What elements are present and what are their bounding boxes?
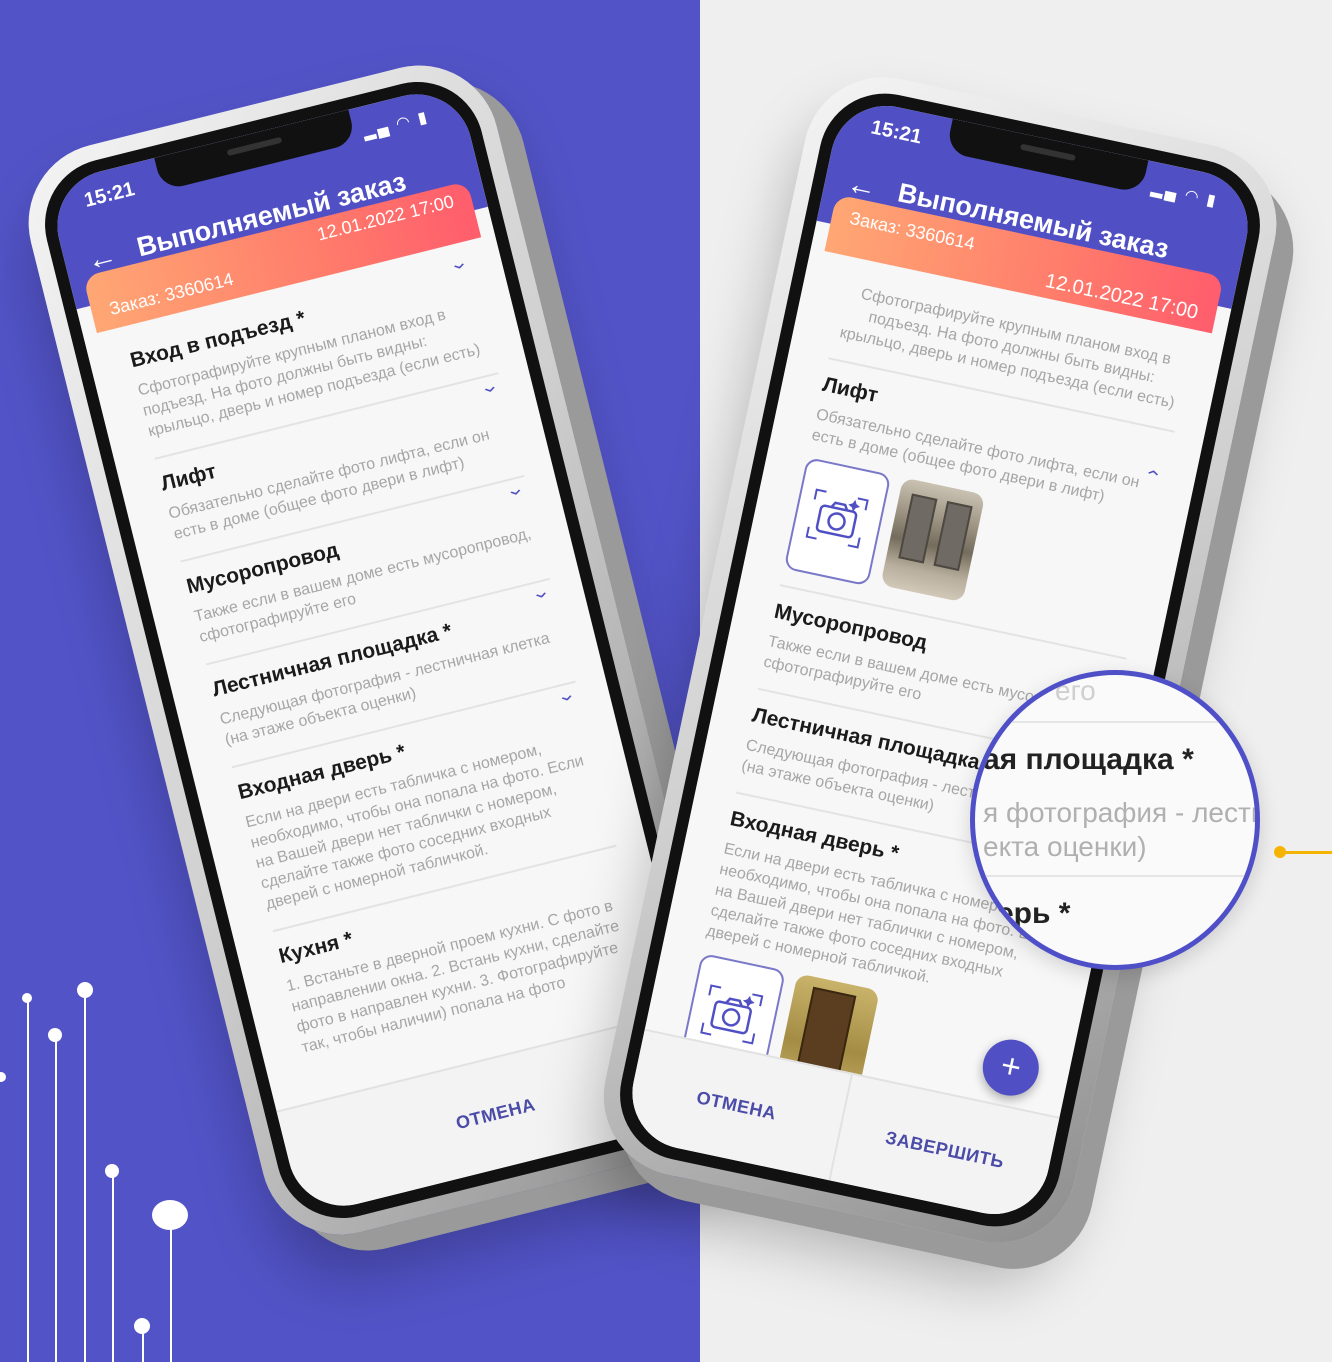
- add-photo-button[interactable]: [783, 456, 892, 587]
- magnified-item-title: ерь *: [997, 897, 1071, 930]
- magnified-item-title: ая площадка *: [983, 743, 1194, 776]
- magnified-item-description: я фотография - лестни: [983, 797, 1260, 828]
- magnified-item-description: екта оценки): [983, 831, 1147, 862]
- chevron-up-icon[interactable]: ⌃: [1140, 465, 1164, 489]
- magnifier-callout: его ая площадка * я фотография - лестни …: [970, 670, 1260, 970]
- callout-pointer-dot: [1274, 846, 1286, 858]
- magnified-text: его: [1055, 675, 1096, 706]
- camera-icon: [805, 488, 869, 549]
- signal-wifi-battery-icon: ▂▄ ◠ ▮: [361, 108, 431, 142]
- callout-pointer-line: [1282, 851, 1332, 854]
- status-time: 15:21: [81, 178, 137, 212]
- signal-wifi-battery-icon: ▂▄ ◠ ▮: [1149, 179, 1220, 211]
- lift-photo-thumbnail[interactable]: [880, 477, 986, 603]
- status-time: 15:21: [869, 116, 924, 149]
